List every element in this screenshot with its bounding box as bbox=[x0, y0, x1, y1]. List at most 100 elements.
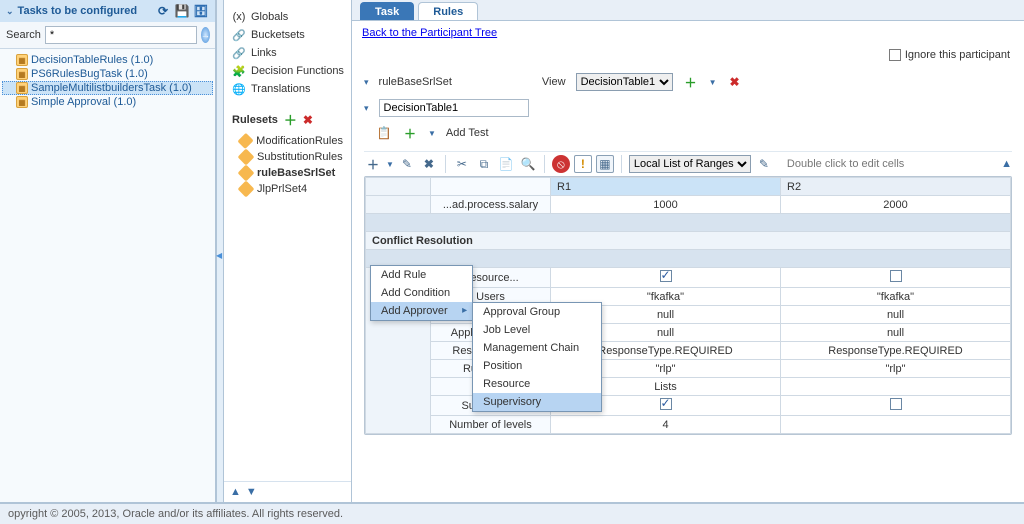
center-item[interactable]: 🔗Links bbox=[232, 44, 345, 62]
tb-find-icon[interactable]: 🔍 bbox=[519, 155, 537, 173]
dt-cell[interactable] bbox=[781, 396, 1011, 416]
submenu-item[interactable]: Approval Group bbox=[473, 303, 601, 321]
task-icon: ▦ bbox=[16, 82, 28, 94]
view-label: View bbox=[542, 76, 566, 88]
tb-delete-icon[interactable]: ✖ bbox=[420, 155, 438, 173]
center-item-label: Links bbox=[251, 47, 277, 59]
dt-cell[interactable]: "fkafka" bbox=[781, 288, 1011, 306]
submenu-item[interactable]: Management Chain bbox=[473, 339, 601, 357]
dt-hint: Double click to edit cells bbox=[787, 158, 904, 170]
tb-cut-icon[interactable]: ✂ bbox=[453, 155, 471, 173]
dt-cell[interactable]: null bbox=[781, 306, 1011, 324]
tb-paste-icon[interactable]: 📄 bbox=[497, 155, 515, 173]
dt-cell[interactable]: "rlp" bbox=[781, 360, 1011, 378]
range-select[interactable]: Local List of Ranges bbox=[629, 155, 751, 173]
submenu-item[interactable]: Supervisory bbox=[473, 393, 601, 411]
expand-icon[interactable]: ▾ bbox=[364, 77, 369, 88]
add-test-plus-icon[interactable]: ＋ bbox=[402, 125, 418, 141]
left-header[interactable]: ⌄ Tasks to be configured ⟳ 💾 🗄 bbox=[0, 0, 215, 22]
dt-cell[interactable] bbox=[781, 268, 1011, 288]
center-item[interactable]: 🌐Translations bbox=[232, 80, 345, 98]
dt-condition-attr[interactable]: ...ad.process.salary bbox=[431, 196, 551, 214]
right-pane: TaskRules Back to the Participant Tree I… bbox=[352, 0, 1024, 502]
back-link[interactable]: Back to the Participant Tree bbox=[362, 27, 497, 39]
menu-add-condition[interactable]: Add Condition bbox=[371, 284, 472, 302]
ruleset-label: SubstitutionRules bbox=[257, 151, 343, 163]
dt-cell[interactable]: 4 bbox=[551, 416, 781, 434]
checkbox-icon[interactable] bbox=[660, 398, 672, 410]
center-item-label: Bucketsets bbox=[251, 29, 305, 41]
submenu-item[interactable]: Position bbox=[473, 357, 601, 375]
search-input[interactable] bbox=[45, 26, 197, 44]
tb-add-icon[interactable]: ＋ bbox=[364, 155, 382, 173]
ruleset-label: ModificationRules bbox=[256, 135, 343, 147]
menu-add-approver[interactable]: Add Approver Approval GroupJob LevelMana… bbox=[371, 302, 472, 320]
add-ruleset-icon[interactable]: ＋ bbox=[284, 110, 297, 129]
collapse-icon[interactable]: ⌄ bbox=[6, 6, 14, 17]
ignore-label: Ignore this participant bbox=[905, 49, 1010, 61]
dt-attr-head bbox=[431, 178, 551, 196]
checkbox-icon[interactable] bbox=[890, 270, 902, 282]
scroll-up-icon[interactable]: ▲ bbox=[1001, 158, 1012, 170]
expand-table-icon[interactable]: ▾ bbox=[364, 103, 369, 114]
task-icon: ▦ bbox=[16, 68, 28, 80]
add-view-icon[interactable]: ＋ bbox=[683, 74, 699, 90]
tb-stop-icon[interactable]: ⦸ bbox=[552, 155, 570, 173]
commit-icon[interactable]: 🗄 bbox=[193, 3, 209, 19]
search-label: Search bbox=[6, 29, 41, 41]
checkbox-icon[interactable] bbox=[660, 270, 672, 282]
center-item[interactable]: 🔗Bucketsets bbox=[232, 26, 345, 44]
tab-task[interactable]: Task bbox=[360, 2, 414, 20]
dt-cell[interactable]: null bbox=[781, 324, 1011, 342]
search-row: Search → bbox=[0, 22, 215, 49]
center-item[interactable]: (x)Globals bbox=[232, 8, 345, 26]
ruleset-icon bbox=[238, 181, 255, 198]
move-down-icon[interactable]: ▼ bbox=[246, 486, 257, 498]
tb-edit-icon[interactable]: ✎ bbox=[398, 155, 416, 173]
ruleset-item[interactable]: ruleBaseSrlSet bbox=[230, 165, 345, 181]
dt-cell[interactable]: 2000 bbox=[781, 196, 1011, 214]
table-name-input[interactable] bbox=[379, 99, 529, 117]
dt-cell[interactable] bbox=[781, 378, 1011, 396]
move-up-icon[interactable]: ▲ bbox=[230, 486, 241, 498]
ignore-checkbox[interactable] bbox=[889, 49, 901, 61]
tb-copy-icon[interactable]: ⧉ bbox=[475, 155, 493, 173]
save-icon[interactable]: 💾 bbox=[174, 3, 190, 19]
task-item[interactable]: ▦DecisionTableRules (1.0) bbox=[2, 53, 213, 67]
submenu-item[interactable]: Job Level bbox=[473, 321, 601, 339]
dt-corner bbox=[366, 178, 431, 196]
tab-rules[interactable]: Rules bbox=[418, 2, 478, 20]
dt-rule-header[interactable]: R1 bbox=[551, 178, 781, 196]
dt-cell[interactable] bbox=[551, 268, 781, 288]
dt-attr[interactable]: Number of levels bbox=[431, 416, 551, 434]
search-go-icon[interactable]: → bbox=[201, 27, 210, 43]
pane-collapser[interactable] bbox=[216, 0, 224, 502]
submenu-item[interactable]: Resource bbox=[473, 375, 601, 393]
tb-warn-icon[interactable]: ! bbox=[574, 155, 592, 173]
refresh-icon[interactable]: ⟳ bbox=[155, 3, 171, 19]
task-label: DecisionTableRules (1.0) bbox=[31, 54, 153, 66]
ruleset-item[interactable]: JlpPrlSet4 bbox=[230, 181, 345, 197]
dt-rule-header[interactable]: R2 bbox=[781, 178, 1011, 196]
delete-view-icon[interactable]: ✖ bbox=[726, 74, 742, 90]
task-item[interactable]: ▦Simple Approval (1.0) bbox=[2, 95, 213, 109]
view-select[interactable]: DecisionTable1 bbox=[576, 73, 673, 91]
checkbox-icon[interactable] bbox=[890, 398, 902, 410]
ruleset-item[interactable]: SubstitutionRules bbox=[230, 149, 345, 165]
task-item[interactable]: ▦SampleMultilistbuildersTask (1.0) bbox=[2, 81, 213, 95]
add-test-dd-icon[interactable]: ▼ bbox=[428, 129, 436, 138]
dt-cell[interactable]: 1000 bbox=[551, 196, 781, 214]
tb-pencil-icon[interactable]: ✎ bbox=[755, 155, 773, 173]
menu-add-rule[interactable]: Add Rule bbox=[371, 266, 472, 284]
center-item[interactable]: 🧩Decision Functions bbox=[232, 62, 345, 80]
clipboard-icon[interactable]: 📋 bbox=[376, 125, 392, 141]
add-view-dd-icon[interactable]: ▼ bbox=[709, 78, 717, 87]
tb-grid-icon[interactable]: ▦ bbox=[596, 155, 614, 173]
task-item[interactable]: ▦PS6RulesBugTask (1.0) bbox=[2, 67, 213, 81]
add-test-label[interactable]: Add Test bbox=[446, 127, 489, 139]
ruleset-item[interactable]: ModificationRules bbox=[230, 133, 345, 149]
dt-cell[interactable] bbox=[781, 416, 1011, 434]
delete-ruleset-icon[interactable]: ✖ bbox=[303, 113, 313, 127]
dt-cell[interactable]: ResponseType.REQUIRED bbox=[781, 342, 1011, 360]
tb-add-dd-icon[interactable]: ▼ bbox=[386, 160, 394, 169]
